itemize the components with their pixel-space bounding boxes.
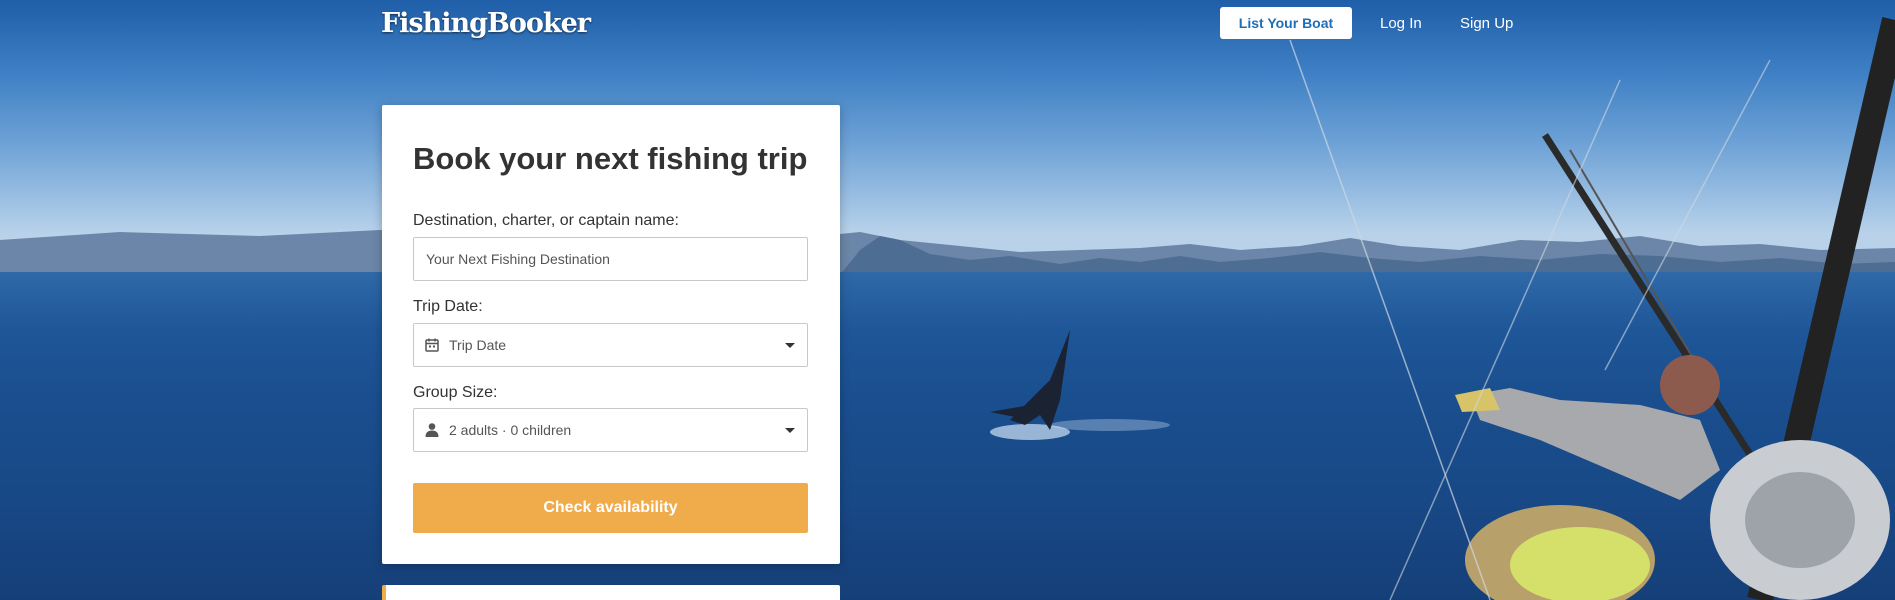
search-card: Book your next fishing trip Destination,…: [382, 105, 840, 564]
boat-scene-illustration: [990, 17, 1895, 600]
login-link[interactable]: Log In: [1380, 15, 1422, 32]
group-size-label: Group Size:: [413, 384, 498, 401]
caret-down-icon: [785, 428, 795, 433]
search-card-title: Book your next fishing trip: [413, 141, 808, 176]
person-icon: [424, 422, 440, 438]
trip-date-value: Trip Date: [449, 337, 507, 353]
check-availability-button[interactable]: Check availability: [413, 483, 808, 533]
caret-down-icon: [785, 343, 795, 348]
trip-date-label: Trip Date:: [413, 298, 483, 315]
site-logo[interactable]: FishingBooker: [381, 8, 591, 39]
destination-label: Destination, charter, or captain name:: [413, 212, 679, 229]
destination-input[interactable]: Your Next Fishing Destination: [413, 237, 808, 281]
calendar-icon: [424, 337, 440, 353]
signup-link[interactable]: Sign Up: [1460, 15, 1513, 32]
group-size-value: 2 adults · 0 children: [449, 422, 572, 438]
list-your-boat-button[interactable]: List Your Boat: [1220, 7, 1352, 39]
group-size-select[interactable]: 2 adults · 0 children: [413, 408, 808, 452]
secondary-card-peek: [382, 585, 840, 600]
destination-placeholder: Your Next Fishing Destination: [426, 251, 610, 267]
hero-background: [0, 0, 1895, 600]
trip-date-select[interactable]: Trip Date: [413, 323, 808, 367]
